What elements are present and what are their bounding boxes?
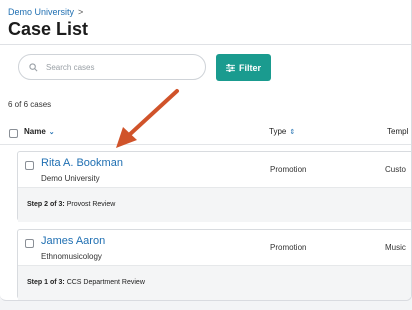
column-header-template-label: Templ bbox=[387, 127, 409, 136]
case-row-checkbox[interactable] bbox=[25, 239, 34, 248]
case-list-panel: Demo University > Case List Filter 6 of … bbox=[0, 0, 412, 301]
annotation-arrow-icon bbox=[116, 89, 179, 148]
case-row[interactable]: Rita A. Bookman Demo University Promotio… bbox=[17, 151, 411, 222]
case-step-name: Provost Review bbox=[66, 201, 116, 208]
column-header-name[interactable]: Name ⌄ bbox=[24, 127, 55, 136]
case-name-link[interactable]: James Aaron bbox=[41, 235, 105, 247]
case-step-name: CCS Department Review bbox=[66, 279, 145, 286]
search-field[interactable] bbox=[18, 54, 206, 80]
case-step-label: Step 2 of 3: bbox=[27, 201, 65, 208]
filter-button-label: Filter bbox=[238, 62, 261, 73]
case-row-main: Rita A. Bookman Demo University Promotio… bbox=[18, 152, 411, 187]
page-title: Case List bbox=[8, 19, 89, 39]
column-header-type-label: Type bbox=[269, 127, 287, 136]
filter-button[interactable]: Filter bbox=[216, 54, 271, 81]
case-row-step: Step 2 of 3: Provost Review bbox=[18, 187, 411, 222]
column-header-template[interactable]: Templ bbox=[387, 127, 408, 136]
case-template: Music bbox=[385, 243, 406, 252]
select-all-checkbox[interactable] bbox=[9, 129, 18, 138]
table-header: Name ⌄ Type ⇕ Templ bbox=[0, 122, 411, 145]
case-name-link[interactable]: Rita A. Bookman bbox=[41, 157, 123, 169]
case-row-checkbox[interactable] bbox=[25, 161, 34, 170]
case-step: Step 1 of 3: CCS Department Review bbox=[27, 279, 145, 286]
chevron-down-icon: ⌄ bbox=[48, 128, 55, 136]
sort-updown-icon: ⇕ bbox=[289, 128, 296, 136]
case-template: Custo bbox=[385, 165, 406, 174]
sliders-icon bbox=[226, 63, 235, 72]
search-icon bbox=[29, 62, 38, 71]
column-header-type[interactable]: Type ⇕ bbox=[269, 127, 295, 136]
case-row-step: Step 1 of 3: CCS Department Review bbox=[18, 265, 411, 300]
breadcrumb-separator: > bbox=[78, 7, 84, 17]
case-unit: Demo University bbox=[41, 174, 100, 183]
case-step-label: Step 1 of 3: bbox=[27, 279, 65, 286]
case-row[interactable]: James Aaron Ethnomusicology Promotion Mu… bbox=[17, 229, 411, 300]
breadcrumb-link-root[interactable]: Demo University bbox=[8, 7, 74, 17]
case-step: Step 2 of 3: Provost Review bbox=[27, 201, 115, 208]
case-row-main: James Aaron Ethnomusicology Promotion Mu… bbox=[18, 230, 411, 265]
header-divider bbox=[0, 44, 411, 45]
column-header-name-label: Name bbox=[24, 127, 46, 136]
search-input[interactable] bbox=[44, 61, 198, 73]
case-count: 6 of 6 cases bbox=[8, 100, 52, 109]
case-unit: Ethnomusicology bbox=[41, 252, 102, 261]
case-type: Promotion bbox=[270, 165, 307, 174]
case-type: Promotion bbox=[270, 243, 307, 252]
breadcrumb: Demo University > bbox=[8, 7, 83, 17]
